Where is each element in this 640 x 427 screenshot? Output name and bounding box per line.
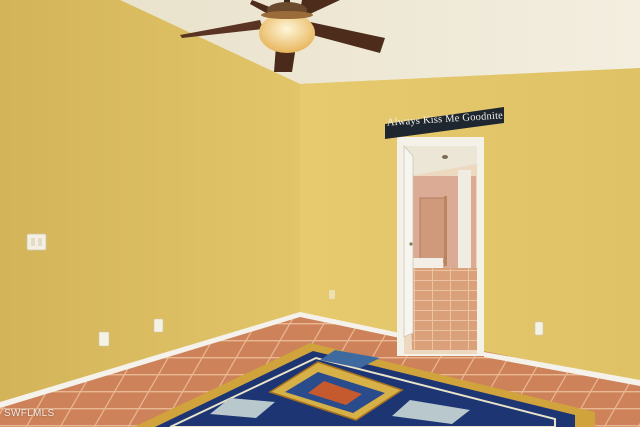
room-illustration — [0, 0, 640, 427]
light-switch-icon — [26, 233, 47, 251]
watermark: SWFLMLS — [4, 408, 55, 419]
room-photo: Always Kiss Me Goodnite SWFLMLS — [0, 0, 640, 427]
doorway — [397, 137, 484, 356]
